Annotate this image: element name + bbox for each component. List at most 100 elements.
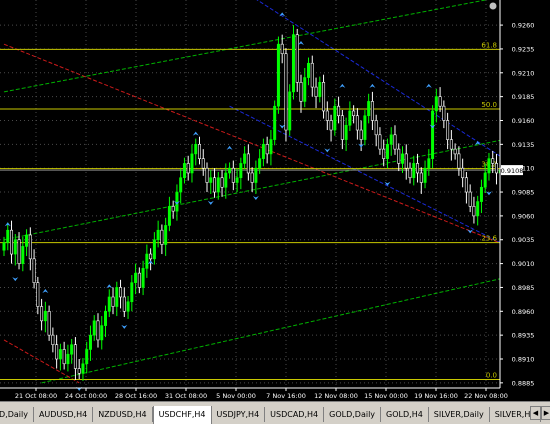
price-chart[interactable]: 61.850.038.223.60.0 0.92600.92350.92100.… <box>0 0 550 401</box>
candle-body <box>340 115 344 140</box>
candle-body <box>446 120 450 140</box>
candle-body <box>453 148 457 155</box>
upper-up-channel-line <box>3 0 489 93</box>
fib-level-label: 0.0 <box>486 372 497 380</box>
chart-tab[interactable]: USDCAD,H4 <box>265 407 325 422</box>
candle-body <box>367 101 371 117</box>
candle-body <box>126 301 130 312</box>
candle-body <box>55 344 59 360</box>
candle-body <box>322 82 326 112</box>
chart-tab[interactable]: USDCHF,H4 <box>152 406 212 424</box>
candle-body <box>427 158 431 169</box>
candle-body <box>269 139 273 155</box>
price-tick-label: 0.9235 <box>512 45 535 53</box>
candle-body <box>25 234 29 247</box>
candle-body <box>205 167 209 183</box>
fractal-up-arrow <box>192 131 199 136</box>
candle-body <box>404 153 408 169</box>
fractal-down-arrow <box>279 124 286 129</box>
candle-body <box>47 310 51 336</box>
chart-tab[interactable]: GOLD,Daily <box>324 407 382 422</box>
candle-body <box>419 172 423 183</box>
candle-body <box>119 287 123 298</box>
time-axis: 21 Oct 08:00 24 Oct 00:00 28 Oct 16:00 31 O… <box>0 387 508 400</box>
candle-body <box>73 344 77 369</box>
fractal-down-arrow <box>252 196 259 201</box>
price-tick-label: 0.8885 <box>512 379 535 387</box>
candle-body <box>145 253 149 269</box>
candle-body <box>314 86 318 97</box>
candle-body <box>434 96 438 112</box>
time-tick-label: 5 Nov 00:00 <box>216 392 256 400</box>
candle-body <box>303 77 307 102</box>
time-tick-label: 22 Nov 08:00 <box>464 392 508 400</box>
candle-body <box>243 153 247 164</box>
chart-tab[interactable]: NZDUSD,H4 <box>93 407 153 422</box>
candle-body <box>393 134 397 150</box>
candle-body <box>464 177 468 193</box>
candle-body <box>81 363 85 374</box>
chart-corner-dot <box>489 2 497 10</box>
time-tick-label: 7 Nov 16:00 <box>266 392 306 400</box>
candle-body <box>32 258 36 283</box>
candle-body <box>209 177 213 183</box>
candle-body <box>370 101 374 121</box>
tab-scroll-left-button[interactable]: ◀ <box>530 406 541 420</box>
chart-tabs: D,Daily AUDUSD,H4 NZDUSD,H4 USDCHF,H4 USDJPY… <box>0 402 550 424</box>
candle-body <box>483 172 487 188</box>
candle-body <box>318 82 322 97</box>
candle-body <box>100 325 104 341</box>
chart-tab[interactable]: USDJPY,H4 <box>211 407 266 422</box>
candle-body <box>461 167 465 179</box>
candle-body <box>423 167 427 183</box>
chart-tab[interactable]: AUDUSD,H4 <box>33 407 94 422</box>
time-tick-label: 24 Oct 00:00 <box>65 392 107 400</box>
candle-body <box>51 334 55 345</box>
candle-body <box>307 62 311 78</box>
time-tick-label: 12 Nov 08:00 <box>314 392 358 400</box>
candle-body <box>197 144 201 159</box>
candle-body <box>130 282 134 303</box>
fractal-down-arrow <box>76 386 83 391</box>
candle-body <box>194 144 198 155</box>
candle-body <box>352 110 356 117</box>
price-axis: 0.9260 0.9235 0.9210 0.9185 0.9160 0.9135 0.91… <box>499 0 550 401</box>
candle-body <box>96 320 100 341</box>
candle-body <box>36 282 40 307</box>
candle-body <box>261 144 265 159</box>
candle-body <box>179 177 183 193</box>
fib-level-label: 50.0 <box>481 101 497 109</box>
candle-body <box>175 191 179 212</box>
chart-tab[interactable]: GOLD,H4 <box>381 407 429 422</box>
candle-body <box>457 153 461 169</box>
candle-body <box>344 124 348 140</box>
chart-tab[interactable]: SILVER,Daily <box>428 407 490 422</box>
candle-body <box>295 34 299 83</box>
candle-body <box>276 43 280 107</box>
candle-body <box>265 144 269 155</box>
candle-body <box>382 148 386 159</box>
price-tick-label: 0.9135 <box>512 141 535 149</box>
candle-body <box>431 110 435 159</box>
price-tick-label: 0.9210 <box>512 69 535 77</box>
candle-body <box>487 158 491 174</box>
price-tick-label: 0.8910 <box>512 355 535 363</box>
candle-body <box>152 239 156 260</box>
price-tick-label: 0.9060 <box>512 212 535 220</box>
candle-body <box>13 239 17 255</box>
candle-body <box>284 53 288 131</box>
price-axis-background <box>500 0 550 401</box>
candle-body <box>288 91 292 131</box>
candle-body <box>325 110 329 121</box>
candle-body <box>167 206 171 226</box>
fractal-down-arrow <box>324 148 331 153</box>
candle-body <box>472 206 476 217</box>
candle-body <box>156 229 160 241</box>
price-tick-label: 0.9085 <box>512 189 535 197</box>
candle-body <box>70 344 74 355</box>
candle-body <box>438 96 442 107</box>
tab-scroll-right-button[interactable]: ▶ <box>541 406 550 420</box>
chart-tab[interactable]: D,Daily <box>0 407 34 422</box>
candle-body <box>299 82 303 102</box>
fractal-down-arrow <box>12 277 19 282</box>
